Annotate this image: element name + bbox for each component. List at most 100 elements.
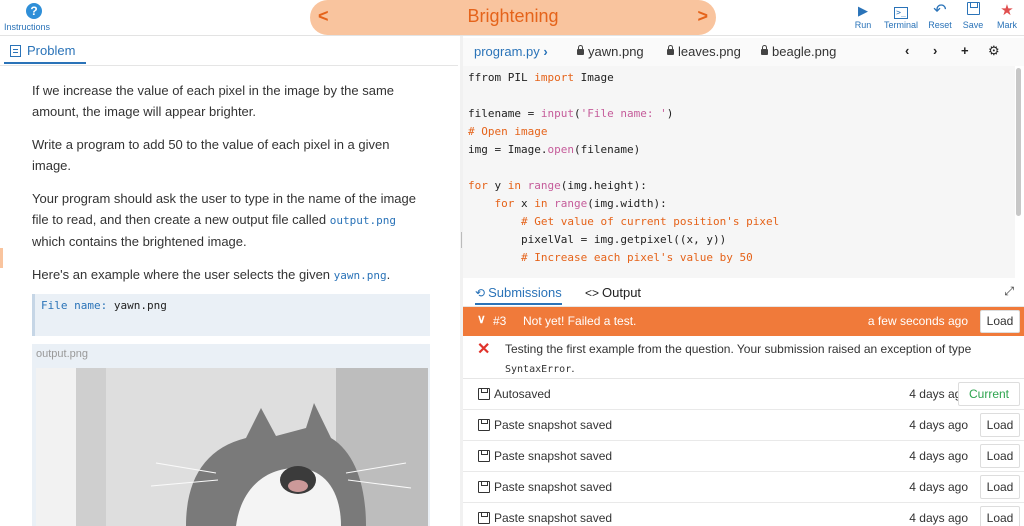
prompt-text: File name:	[41, 299, 108, 312]
problem-paragraph-3: Your program should ask the user to type…	[32, 188, 432, 252]
text: which contains the brightened image.	[32, 234, 247, 249]
submission-number: #3	[493, 314, 507, 328]
history-row: Paste snapshot saved 4 days ago Load	[463, 503, 1024, 526]
problem-title: Brightening	[467, 6, 559, 26]
inline-code: yawn.png	[333, 269, 387, 282]
floppy-disk-icon	[960, 2, 986, 19]
load-button[interactable]: Load	[980, 413, 1020, 437]
code-icon: <>	[585, 286, 600, 300]
save-button[interactable]: Save	[960, 2, 986, 30]
load-button[interactable]: Load	[980, 475, 1020, 499]
floppy-disk-icon	[478, 481, 490, 493]
document-icon	[10, 45, 21, 57]
load-button[interactable]: Load	[980, 444, 1020, 468]
error-text: Testing the first example from the quest…	[505, 342, 972, 356]
test-error: ✕ Testing the first example from the que…	[463, 336, 1024, 379]
prev-tab-button[interactable]: ‹	[905, 43, 909, 58]
terminal-button[interactable]: >_ Terminal	[881, 2, 921, 30]
code-line: pixelVal = img.getpixel((x, y))	[468, 233, 727, 246]
error-code: SyntaxError	[505, 364, 572, 375]
tab-label: yawn.png	[588, 44, 644, 59]
top-bar: ? Instructions < Brightening > ▶ Run >_ …	[0, 0, 1024, 36]
chevron-down-icon: ∨	[477, 312, 486, 326]
lock-icon	[577, 45, 584, 55]
prompt-input: yawn.png	[113, 299, 167, 312]
divider	[0, 65, 458, 66]
tab-output[interactable]: <> Output	[585, 285, 641, 300]
chevron-right-icon: ›	[543, 44, 548, 59]
instructions-label: Instructions	[4, 22, 51, 32]
error-end: .	[571, 361, 575, 375]
tab-label: beagle.png	[772, 44, 837, 59]
add-file-button[interactable]: +	[961, 43, 969, 58]
editor-scrollbar[interactable]	[1016, 68, 1021, 216]
tab-label: Submissions	[488, 285, 562, 300]
load-button[interactable]: Load	[980, 310, 1020, 333]
floppy-disk-icon	[478, 450, 490, 462]
history-icon: ⟲	[475, 286, 486, 300]
cross-icon: ✕	[477, 341, 491, 358]
mark-button[interactable]: ★ Mark	[992, 2, 1022, 30]
example-output: output.png	[32, 344, 430, 526]
star-icon: ★	[1000, 2, 1014, 19]
tab-problem-label: Problem	[27, 43, 76, 58]
tab-label: leaves.png	[678, 44, 741, 59]
run-label: Run	[854, 20, 872, 30]
history-time: 4 days ago	[909, 511, 968, 525]
output-image	[36, 368, 428, 526]
submission-message: Not yet! Failed a test.	[523, 314, 637, 328]
save-label: Save	[962, 20, 984, 30]
output-caption: output.png	[36, 348, 88, 360]
next-problem-button[interactable]: >	[697, 6, 708, 27]
floppy-disk-icon	[478, 388, 490, 400]
bottom-tabs: ⟲ Submissions <> Output ⤢	[463, 280, 1024, 307]
question-icon: ?	[26, 3, 42, 19]
tab-leaves-png[interactable]: leaves.png	[667, 44, 741, 59]
terminal-label: Terminal	[883, 20, 918, 30]
submission-failed-row[interactable]: ∨ #3 Not yet! Failed a test. a few secon…	[463, 307, 1024, 336]
example-terminal: File name: yawn.png	[32, 294, 430, 336]
history-row: Paste snapshot saved 4 days ago Load	[463, 441, 1024, 472]
terminal-icon: >_	[881, 2, 921, 19]
code-line: for x in range(img.width):	[494, 197, 667, 210]
tab-problem[interactable]: Problem	[4, 40, 86, 64]
expand-icon[interactable]: ⤢	[1004, 284, 1014, 299]
problem-paragraph-1: If we increase the value of each pixel i…	[32, 83, 395, 119]
lock-icon	[761, 45, 768, 55]
problem-description: If we increase the value of each pixel i…	[32, 80, 432, 298]
code-line: img = Image.open(filename)	[468, 143, 641, 156]
history-label: Autosaved	[494, 387, 551, 401]
code-line: # Get value of current position's pixel	[520, 215, 780, 228]
instructions-button[interactable]: ? Instructions	[4, 2, 64, 32]
next-tab-button[interactable]: ›	[933, 43, 937, 58]
floppy-disk-icon	[478, 512, 490, 524]
splitter-handle[interactable]	[461, 232, 462, 248]
code-line: filename = input('File name: ')	[468, 107, 674, 120]
problem-paragraph-2: Write a program to add 50 to the value o…	[32, 137, 390, 173]
code-line: # Increase each pixel's value by 50	[520, 251, 753, 264]
tab-submissions[interactable]: ⟲ Submissions	[475, 285, 562, 305]
cat-image	[36, 368, 428, 526]
floppy-disk-icon	[478, 419, 490, 431]
reset-button[interactable]: ↶ Reset	[926, 2, 954, 30]
code-overflow-cover	[463, 270, 1015, 278]
history-time: 4 days ago	[909, 449, 968, 463]
error-message: Testing the first example from the quest…	[505, 340, 1015, 379]
code-editor[interactable]: ffrom PIL import Image filename = input(…	[463, 66, 1015, 278]
gear-icon[interactable]: ⚙	[988, 43, 1000, 59]
history-label: Paste snapshot saved	[494, 449, 613, 463]
tab-yawn-png[interactable]: yawn.png	[577, 44, 644, 59]
title-pill: < Brightening >	[310, 0, 716, 35]
text: .	[386, 267, 391, 282]
side-marker	[0, 248, 3, 268]
tab-program-py[interactable]: program.py ›	[474, 44, 548, 59]
history-row: Paste snapshot saved 4 days ago Load	[463, 410, 1024, 441]
current-button[interactable]: Current	[958, 382, 1020, 406]
load-button[interactable]: Load	[980, 506, 1020, 526]
lock-icon	[667, 45, 674, 55]
run-button[interactable]: ▶ Run	[852, 2, 874, 30]
mark-label: Mark	[997, 20, 1017, 30]
submission-time: a few seconds ago	[867, 314, 968, 328]
history-row: Paste snapshot saved 4 days ago Load	[463, 472, 1024, 503]
tab-beagle-png[interactable]: beagle.png	[761, 44, 836, 59]
